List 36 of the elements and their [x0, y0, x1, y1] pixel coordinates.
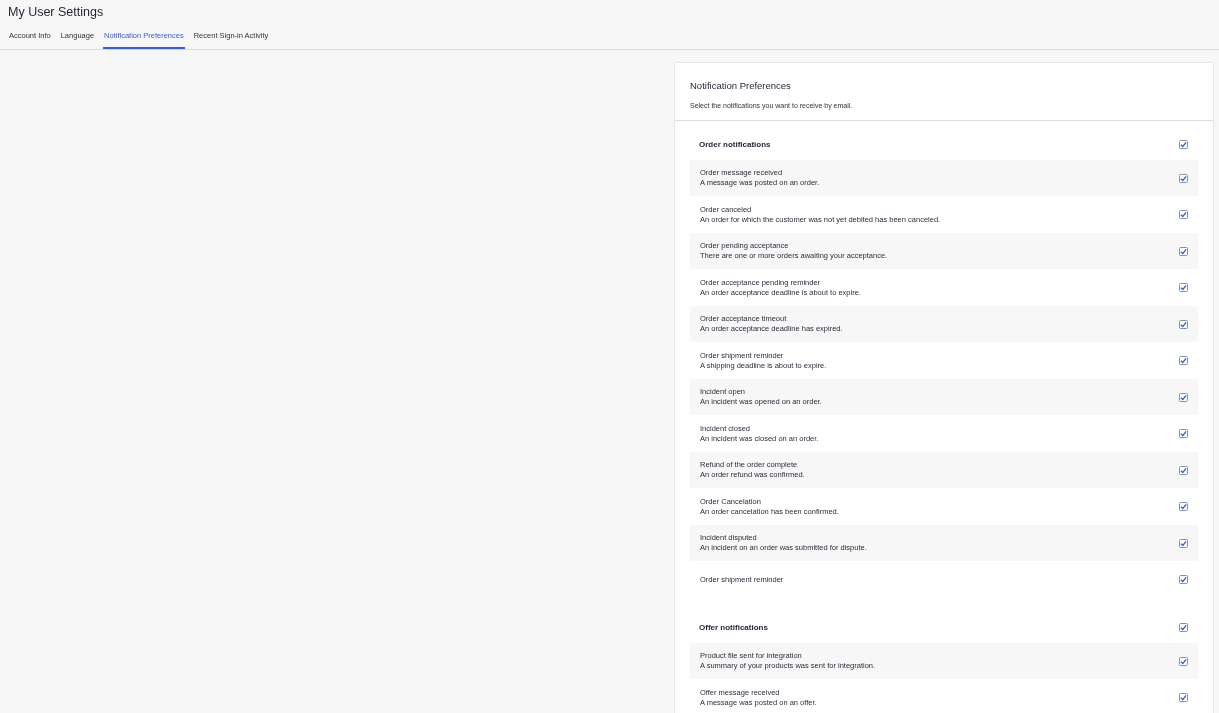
- checkmark-icon: [1180, 539, 1187, 547]
- checkmark-icon: [1180, 576, 1187, 583]
- checkmark-icon: [1180, 430, 1187, 437]
- checkbox[interactable]: [1179, 575, 1188, 584]
- checkmark-icon: [1180, 357, 1187, 364]
- checkmark-icon: [1180, 211, 1187, 218]
- checkmark-icon: [1180, 247, 1187, 255]
- group-title: Order notifications: [699, 138, 771, 151]
- checkbox[interactable]: [1179, 465, 1188, 475]
- page-title: My User Settings: [8, 4, 105, 21]
- checkbox[interactable]: [1179, 173, 1188, 183]
- checkbox[interactable]: [1179, 502, 1188, 511]
- checkmark-icon: [1180, 466, 1187, 474]
- checkbox[interactable]: [1179, 623, 1188, 633]
- checkmark-icon: [1180, 503, 1187, 510]
- checkbox[interactable]: [1179, 210, 1188, 219]
- checkbox[interactable]: [1179, 538, 1188, 548]
- checkmark-icon: [1180, 624, 1187, 632]
- checkbox[interactable]: [1179, 429, 1188, 438]
- checkbox[interactable]: [1179, 140, 1188, 150]
- checkbox[interactable]: [1179, 283, 1188, 292]
- panel-title: Notification Preferences: [690, 79, 792, 93]
- checkbox[interactable]: [1179, 656, 1188, 666]
- checkmark-icon: [1180, 694, 1187, 701]
- checkmark-icon: [1180, 174, 1187, 182]
- checkmark-icon: [1180, 393, 1187, 401]
- checkbox[interactable]: [1179, 356, 1188, 365]
- checkbox[interactable]: [1179, 392, 1188, 402]
- checkmark-icon: [1180, 657, 1187, 665]
- group-title: Offer notifications: [699, 621, 768, 634]
- checkbox[interactable]: [1179, 246, 1188, 256]
- checkbox[interactable]: [1179, 693, 1188, 702]
- checkmark-icon: [1180, 320, 1187, 328]
- checkmark-icon: [1180, 141, 1187, 149]
- checkbox[interactable]: [1179, 319, 1188, 329]
- checkmark-icon: [1180, 284, 1187, 291]
